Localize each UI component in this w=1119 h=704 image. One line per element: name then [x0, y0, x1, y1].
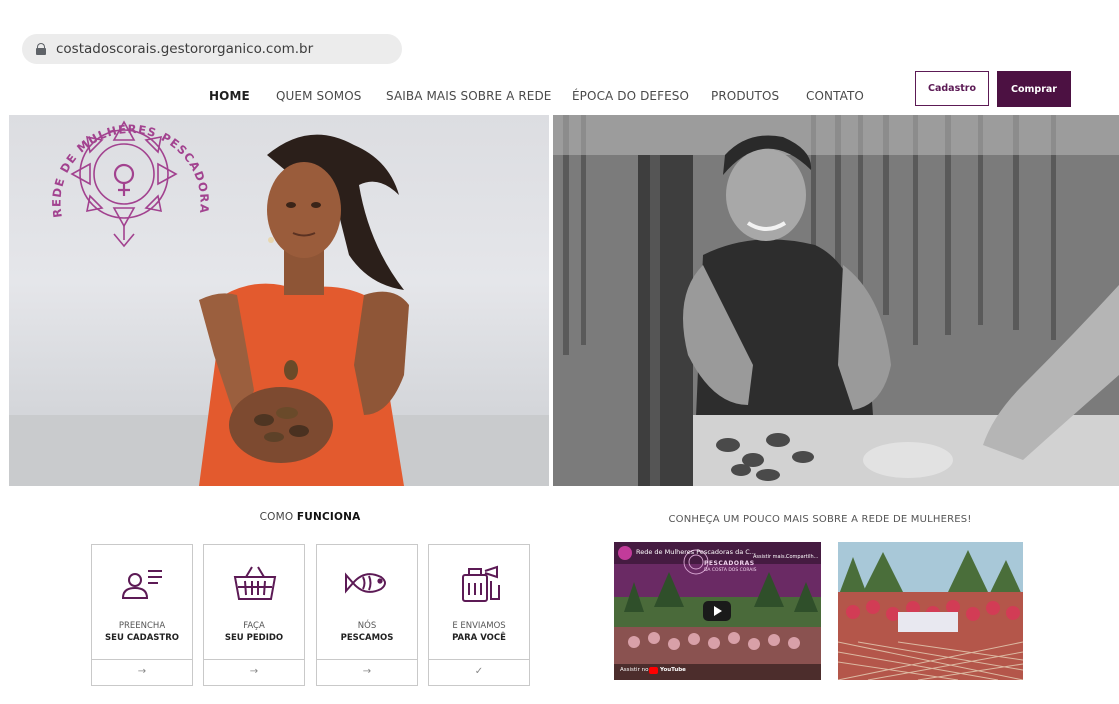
watch-on-label: Assistir no: [620, 667, 649, 673]
step-card-pescamos[interactable]: NÓS PESCAMOS →: [316, 544, 418, 686]
rede-mulheres-logo: REDE DE MULHERES PESCADORAS DA COSTA DOS…: [34, 82, 212, 248]
group-photo-thumbnail[interactable]: [838, 542, 1023, 680]
step-3-line2: PESCAMOS: [340, 633, 394, 643]
cadastro-button[interactable]: Cadastro: [915, 71, 989, 106]
video-caption: Rede de Mulheres Pescadoras da C...: [636, 548, 756, 556]
how-title-bold: FUNCIONA: [296, 511, 361, 523]
how-title-prefix: COMO: [259, 511, 294, 523]
step-4-check[interactable]: ✓: [429, 659, 529, 685]
nav-epoca-defeso[interactable]: ÉPOCA DO DEFESO: [572, 89, 689, 103]
step-card-pedido[interactable]: FAÇA SEU PEDIDO →: [203, 544, 305, 686]
url-text: costadoscorais.gestororganico.com.br: [56, 41, 314, 57]
nav-contato[interactable]: CONTATO: [806, 89, 864, 103]
coral-flower-emblem: [70, 120, 178, 248]
video-overlay-sub: DA COSTA DOS CORAIS: [704, 568, 757, 573]
share-label[interactable]: Compartilh...: [786, 554, 818, 560]
step-card-cadastro[interactable]: PREENCHA SEU CADASTRO →: [91, 544, 193, 686]
youtube-logo-text[interactable]: YouTube: [660, 667, 686, 673]
step-3-arrow[interactable]: →: [317, 659, 417, 685]
lock-icon: [36, 43, 46, 55]
page: costadoscorais.gestororganico.com.br HOM…: [0, 0, 1119, 704]
basket-icon: [233, 566, 277, 600]
video-overlay-brand: PESCADORAS: [704, 560, 755, 567]
hero-photo-women-working: [553, 115, 1119, 486]
step-1-arrow[interactable]: →: [92, 659, 192, 685]
step-4-line1: E ENVIAMOS: [452, 621, 506, 631]
user-list-icon: [121, 570, 162, 599]
group-photo-illustration: [838, 542, 1023, 680]
watch-later-label[interactable]: Assistir mais...: [753, 554, 789, 560]
videos-title: CONHEÇA UM POUCO MAIS SOBRE A REDE DE MU…: [668, 514, 972, 525]
step-card-enviamos[interactable]: E ENVIAMOS PARA VOCÊ ✓: [428, 544, 530, 686]
step-3-line1: NÓS: [357, 621, 377, 631]
step-4-line2: PARA VOCÊ: [452, 633, 506, 643]
svg-text:REDE DE MULHERES PESCADORAS DA: REDE DE MULHERES PESCADORAS DA COSTA DOS…: [34, 82, 212, 219]
fish-icon: [345, 572, 386, 594]
women-working-illustration: [553, 115, 1119, 486]
logo-arc-text: REDE DE MULHERES PESCADORAS DA COSTA DOS…: [34, 82, 212, 219]
step-2-line1: FAÇA: [243, 621, 265, 631]
how-it-works-title: COMO FUNCIONA: [0, 511, 620, 523]
product-package-icon: [462, 565, 500, 602]
nav-saiba-mais[interactable]: SAIBA MAIS SOBRE A REDE: [386, 89, 551, 103]
step-2-arrow[interactable]: →: [204, 659, 304, 685]
nav-quem-somos[interactable]: QUEM SOMOS: [276, 89, 361, 103]
step-1-line2: SEU CADASTRO: [105, 633, 179, 643]
step-2-line2: SEU PEDIDO: [224, 633, 284, 643]
address-bar[interactable]: costadoscorais.gestororganico.com.br: [22, 34, 402, 64]
comprar-button[interactable]: Comprar: [997, 71, 1071, 107]
step-1-line1: PREENCHA: [118, 621, 166, 631]
youtube-video-embed[interactable]: Rede de Mulheres Pescadoras da C... PESC…: [614, 542, 821, 680]
nav-produtos[interactable]: PRODUTOS: [711, 89, 779, 103]
